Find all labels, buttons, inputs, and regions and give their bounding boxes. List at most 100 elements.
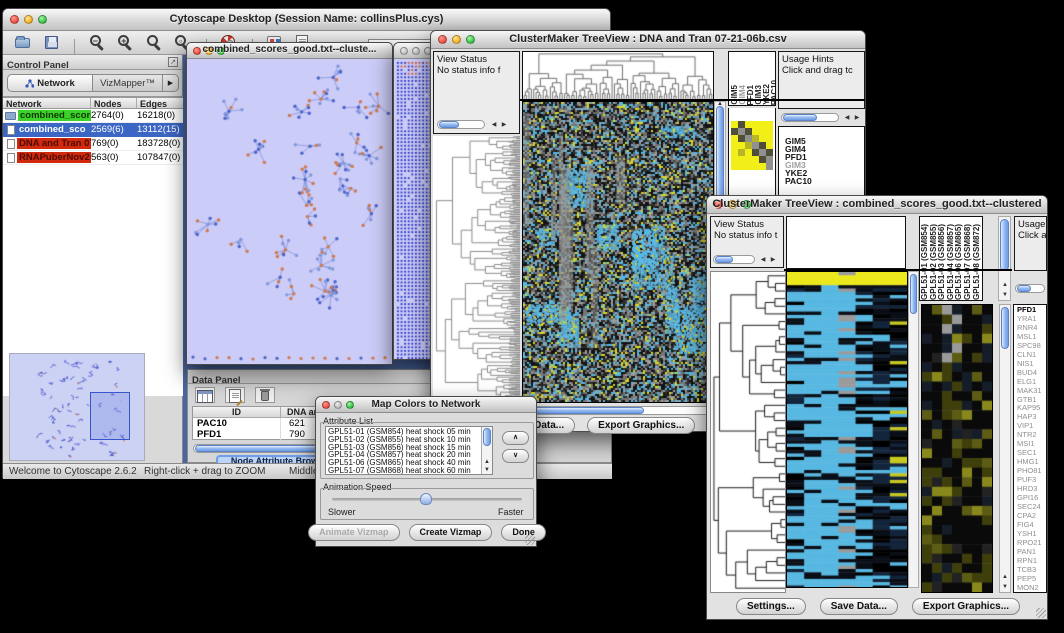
- save-data-button[interactable]: Save Data...: [820, 598, 898, 615]
- open-session-icon[interactable]: [14, 34, 32, 51]
- network-table-header[interactable]: Network Nodes Edges: [3, 97, 183, 109]
- move-down-button[interactable]: ∨: [502, 449, 529, 463]
- data-col-id[interactable]: ID: [193, 407, 281, 417]
- zoom-heatmap-cell[interactable]: [731, 128, 738, 135]
- col-network[interactable]: Network: [3, 98, 91, 108]
- zoom-heatmap-cell[interactable]: [738, 121, 745, 128]
- zoom-heatmap-cell[interactable]: [752, 128, 759, 135]
- overview-selection-rect[interactable]: [90, 392, 130, 440]
- network-row[interactable]: DNA and Tran 07769(0)183728(0): [3, 137, 183, 151]
- attribute-select-icon[interactable]: [195, 387, 215, 403]
- scroll-up-icon[interactable]: [483, 459, 491, 465]
- scroll-up-icon[interactable]: [716, 101, 724, 107]
- tv2-gene-label[interactable]: MON2: [1017, 584, 1046, 593]
- resize-grip[interactable]: [525, 535, 535, 545]
- tv1-column-dendrogram[interactable]: [522, 51, 714, 100]
- zoom-heatmap-cell[interactable]: [738, 163, 745, 170]
- float-panel-icon[interactable]: ↗: [168, 57, 178, 67]
- tv1-hints-scrollbar[interactable]: [781, 113, 839, 122]
- zoom-heatmap-cell[interactable]: [766, 149, 773, 156]
- zoom-heatmap-cell[interactable]: [745, 156, 752, 163]
- tv2-label-scrollbar[interactable]: [998, 216, 1011, 301]
- zoom-heatmap-cell[interactable]: [731, 142, 738, 149]
- save-session-icon[interactable]: [43, 34, 61, 51]
- close-button[interactable]: [400, 47, 408, 55]
- zoom-heatmap-cell[interactable]: [766, 121, 773, 128]
- zoom-heatmap-cell[interactable]: [745, 135, 752, 142]
- tv2-column-dendrogram-area[interactable]: [786, 216, 906, 269]
- zoom-heatmap-cell[interactable]: [745, 128, 752, 135]
- zoom-heatmap-cell[interactable]: [759, 135, 766, 142]
- zoom-heatmap-cell[interactable]: [752, 142, 759, 149]
- zoom-heatmap-cell[interactable]: [738, 128, 745, 135]
- network-graph-canvas[interactable]: [187, 59, 392, 364]
- zoom-selected-icon[interactable]: [146, 34, 164, 51]
- zoom-heatmap-cell[interactable]: [759, 142, 766, 149]
- scroll-up-icon[interactable]: [1001, 282, 1009, 288]
- zoom-heatmap-cell[interactable]: [766, 142, 773, 149]
- scroll-left-icon[interactable]: [843, 115, 851, 121]
- attribute-list-scrollbar[interactable]: [481, 427, 492, 474]
- tv1-array-label[interactable]: PAC10: [771, 80, 776, 105]
- scroll-left-icon[interactable]: [759, 257, 767, 263]
- zoom-heatmap-cell[interactable]: [738, 156, 745, 163]
- zoom-heatmap-cell[interactable]: [766, 128, 773, 135]
- zoom-heatmap-cell[interactable]: [759, 156, 766, 163]
- zoom-heatmap-cell[interactable]: [745, 163, 752, 170]
- zoom-heatmap-cell[interactable]: [752, 149, 759, 156]
- scroll-down-icon[interactable]: [483, 467, 491, 473]
- tv2-array-label[interactable]: GPL51-08 (GSM872): [973, 224, 982, 300]
- zoom-heatmap-cell[interactable]: [752, 156, 759, 163]
- scroll-down-icon[interactable]: [1001, 292, 1009, 298]
- scroll-right-icon[interactable]: [769, 257, 777, 263]
- zoom-heatmap-cell[interactable]: [731, 156, 738, 163]
- network-view-titlebar[interactable]: combined_scores_good.txt--cluste...: [187, 43, 392, 59]
- col-nodes[interactable]: Nodes: [91, 98, 137, 108]
- tv2-heatmap-vscrollbar[interactable]: [908, 271, 919, 588]
- zoom-heatmap-cell[interactable]: [752, 121, 759, 128]
- treeview1-titlebar[interactable]: ClusterMaker TreeView : DNA and Tran 07-…: [431, 31, 865, 49]
- zoom-heatmap-cell[interactable]: [745, 142, 752, 149]
- zoom-heatmap-cell[interactable]: [752, 135, 759, 142]
- export-graphics-button[interactable]: Export Graphics...: [912, 598, 1020, 615]
- tv1-global-heatmap[interactable]: [522, 101, 714, 403]
- scroll-left-icon[interactable]: [490, 122, 498, 128]
- settings-button[interactable]: Settings...: [736, 598, 806, 615]
- zoom-heatmap-cell[interactable]: [738, 142, 745, 149]
- zoom-in-icon[interactable]: +: [117, 34, 135, 51]
- minimize-button[interactable]: [412, 47, 420, 55]
- tv1-status-scrollbar[interactable]: [437, 120, 485, 129]
- dialog-titlebar[interactable]: Map Colors to Network: [316, 397, 536, 413]
- network-row[interactable]: combined_scores2764(0)16218(0): [3, 109, 183, 123]
- tv2-row-dendrogram[interactable]: [710, 271, 786, 593]
- zoom-heatmap-cell[interactable]: [759, 121, 766, 128]
- zoom-heatmap-cell[interactable]: [731, 163, 738, 170]
- attribute-list-item[interactable]: GPL51-07 (GSM868) heat shock 60 min: [328, 467, 490, 475]
- tv2-global-heatmap[interactable]: [786, 271, 908, 588]
- move-up-button[interactable]: ∧: [502, 431, 529, 445]
- zoom-heatmap-cell[interactable]: [766, 163, 773, 170]
- network-row[interactable]: combined_sco2569(6)13112(15): [3, 123, 183, 137]
- zoom-heatmap-cell[interactable]: [738, 149, 745, 156]
- zoom-heatmap-cell[interactable]: [745, 149, 752, 156]
- scroll-up-icon[interactable]: [1001, 574, 1009, 580]
- scroll-right-icon[interactable]: [853, 115, 861, 121]
- network-overview-panel[interactable]: [9, 353, 145, 461]
- zoom-heatmap-cell[interactable]: [759, 128, 766, 135]
- treeview2-titlebar[interactable]: ClusterMaker TreeView : combined_scores_…: [707, 196, 1047, 214]
- col-edges[interactable]: Edges: [137, 98, 183, 108]
- delete-attribute-icon[interactable]: [255, 387, 275, 403]
- zoom-heatmap-cell[interactable]: [752, 163, 759, 170]
- attribute-listbox[interactable]: GPL51-01 (GSM854) heat shock 05 minGPL51…: [325, 426, 493, 475]
- export-graphics-button[interactable]: Export Graphics...: [587, 417, 695, 434]
- network-row[interactable]: RNAPuberNov2+563(0)107847(0): [3, 151, 183, 165]
- tv1-zoom-heatmap[interactable]: [731, 121, 773, 170]
- tv2-hints-scrollbar[interactable]: [1015, 284, 1045, 293]
- done-button[interactable]: Done: [501, 524, 546, 541]
- zoom-heatmap-cell[interactable]: [731, 121, 738, 128]
- animate-vizmap-button[interactable]: Animate Vizmap: [308, 524, 399, 541]
- main-titlebar[interactable]: Cytoscape Desktop (Session Name: collins…: [3, 9, 610, 31]
- tab-network[interactable]: Network: [7, 74, 93, 92]
- slider-thumb[interactable]: [420, 493, 432, 505]
- tv1-row-dendrogram[interactable]: [433, 136, 520, 401]
